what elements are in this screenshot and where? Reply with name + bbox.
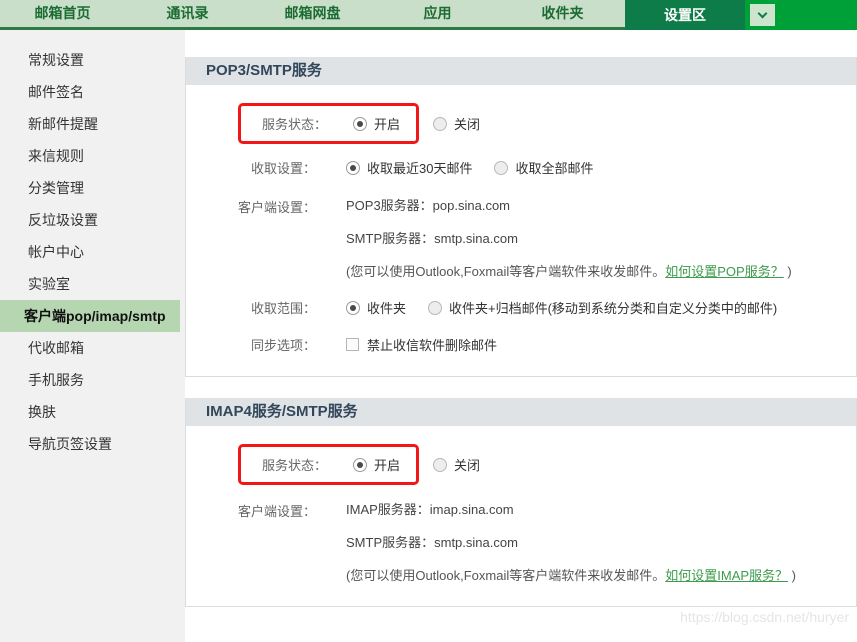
sidebar-item-skin[interactable]: 换肤 [0, 396, 185, 428]
pop3-status-on-option[interactable]: 开启 [353, 114, 400, 133]
pop3-status-off-label: 关闭 [454, 114, 480, 133]
pop3-server-lines: POP3服务器：pop.sina.com SMTP服务器：smtp.sina.c… [346, 195, 792, 280]
sidebar-item-client-pop-imap-smtp[interactable]: 客户端pop/imap/smtp [0, 300, 180, 332]
pop3-client-setting-row: 客户端设置： POP3服务器：pop.sina.com SMTP服务器：smtp… [206, 195, 846, 280]
sidebar-item-mobile-service[interactable]: 手机服务 [0, 364, 185, 396]
pop3-client-note: (您可以使用Outlook,Foxmail等客户端软件来收发邮件。如何设置POP… [346, 261, 792, 280]
top-nav: 邮箱首页 通讯录 邮箱网盘 应用 收件夹 设置区 [0, 0, 857, 30]
note-text: (您可以使用Outlook,Foxmail等客户端软件来收发邮件。 [346, 568, 665, 583]
chevron-down-icon [758, 9, 768, 19]
fetch-recent30-label: 收取最近30天邮件 [367, 158, 472, 177]
imap4-status-on-option[interactable]: 开启 [353, 455, 400, 474]
pop3-smtp-section: POP3/SMTP服务 服务状态： 开启 关闭 [185, 57, 857, 377]
imap4-status-off-label: 关闭 [454, 455, 480, 474]
nav-tab-mail-home[interactable]: 邮箱首页 [0, 0, 125, 30]
nav-tab-inbox[interactable]: 收件夹 [500, 0, 625, 30]
imap-server-address: IMAP服务器：imap.sina.com [346, 499, 796, 518]
pop3-service-status-label: 服务状态： [249, 114, 327, 133]
sidebar-item-general[interactable]: 常规设置 [0, 44, 185, 76]
scope-inbox-label: 收件夹 [367, 298, 406, 317]
sync-option-label: 同步选项： [206, 335, 316, 354]
fetch-scope-label: 收取范围： [206, 298, 316, 317]
main-content: POP3/SMTP服务 服务状态： 开启 关闭 [185, 30, 857, 642]
pop3-service-status-row: 服务状态： 开启 关闭 [206, 103, 846, 144]
pop3-section-content: 服务状态： 开启 关闭 收取设置： 收取最近 [186, 85, 856, 376]
fetch-all-label: 收取全部邮件 [515, 158, 593, 177]
nav-tab-netdisk[interactable]: 邮箱网盘 [250, 0, 375, 30]
forbid-delete-label: 禁止收信软件删除邮件 [367, 335, 497, 354]
client-setting-label: 客户端设置： [206, 195, 316, 216]
radio-selected-icon[interactable] [346, 161, 360, 175]
imap4-section-title: IMAP4服务/SMTP服务 [186, 398, 856, 426]
scope-inbox-archive-option[interactable]: 收件夹+归档邮件(移动到系统分类和自定义分类中的邮件) [428, 298, 777, 317]
note-text: (您可以使用Outlook,Foxmail等客户端软件来收发邮件。 [346, 264, 665, 279]
sidebar-item-mail-rules[interactable]: 来信规则 [0, 140, 185, 172]
nav-tab-settings-active[interactable]: 设置区 [625, 0, 745, 30]
radio-unselected-icon[interactable] [494, 161, 508, 175]
fetch-setting-label: 收取设置： [206, 158, 316, 177]
smtp-server-address: SMTP服务器：smtp.sina.com [346, 228, 792, 247]
fetch-recent30-option[interactable]: 收取最近30天邮件 [346, 158, 472, 177]
imap4-smtp-section: IMAP4服务/SMTP服务 服务状态： 开启 关闭 [185, 398, 857, 607]
settings-sidebar: 常规设置 邮件签名 新邮件提醒 来信规则 分类管理 反垃圾设置 帐户中心 实验室… [0, 30, 185, 642]
pop3-section-title: POP3/SMTP服务 [186, 57, 856, 85]
page-layout: 常规设置 邮件签名 新邮件提醒 来信规则 分类管理 反垃圾设置 帐户中心 实验室… [0, 30, 857, 642]
nav-tab-contacts[interactable]: 通讯录 [125, 0, 250, 30]
radio-selected-icon[interactable] [346, 301, 360, 315]
forbid-delete-option[interactable]: 禁止收信软件删除邮件 [346, 335, 497, 354]
imap4-status-off-option[interactable]: 关闭 [433, 455, 480, 474]
pop3-fetch-setting-row: 收取设置： 收取最近30天邮件 收取全部邮件 [206, 158, 846, 177]
pop3-status-highlight-box: 服务状态： 开启 [238, 103, 419, 144]
imap4-client-setting-label: 客户端设置： [206, 499, 316, 520]
sidebar-item-category[interactable]: 分类管理 [0, 172, 185, 204]
sidebar-item-new-mail-alert[interactable]: 新邮件提醒 [0, 108, 185, 140]
pop3-status-off-option[interactable]: 关闭 [433, 114, 480, 133]
sidebar-item-antispam[interactable]: 反垃圾设置 [0, 204, 185, 236]
radio-unselected-icon[interactable] [428, 301, 442, 315]
radio-selected-icon[interactable] [353, 117, 367, 131]
pop3-status-on-label: 开启 [374, 114, 400, 133]
radio-unselected-icon[interactable] [433, 458, 447, 472]
imap4-server-lines: IMAP服务器：imap.sina.com SMTP服务器：smtp.sina.… [346, 499, 796, 584]
nav-tab-apps[interactable]: 应用 [375, 0, 500, 30]
sidebar-item-account-center[interactable]: 帐户中心 [0, 236, 185, 268]
sidebar-item-nav-tabs-setting[interactable]: 导航页签设置 [0, 428, 185, 460]
scope-inbox-archive-label: 收件夹+归档邮件(移动到系统分类和自定义分类中的邮件) [449, 298, 777, 317]
radio-unselected-icon[interactable] [433, 117, 447, 131]
imap4-client-setting-row: 客户端设置： IMAP服务器：imap.sina.com SMTP服务器：smt… [206, 499, 846, 584]
imap4-status-on-label: 开启 [374, 455, 400, 474]
pop3-server-address: POP3服务器：pop.sina.com [346, 195, 792, 214]
pop3-sync-option-row: 同步选项： 禁止收信软件删除邮件 [206, 335, 846, 354]
sidebar-item-signature[interactable]: 邮件签名 [0, 76, 185, 108]
fetch-all-option[interactable]: 收取全部邮件 [494, 158, 593, 177]
how-to-setup-imap-link[interactable]: 如何设置IMAP服务？ [665, 568, 788, 583]
how-to-setup-pop-link[interactable]: 如何设置POP服务？ [665, 264, 783, 279]
scope-inbox-option[interactable]: 收件夹 [346, 298, 406, 317]
radio-selected-icon[interactable] [353, 458, 367, 472]
imap4-service-status-row: 服务状态： 开启 关闭 [206, 444, 846, 485]
note-suffix: ) [784, 264, 792, 279]
checkbox-unchecked-icon[interactable] [346, 338, 359, 351]
settings-dropdown-button[interactable] [750, 4, 775, 26]
note-suffix: ) [788, 568, 796, 583]
imap4-section-content: 服务状态： 开启 关闭 客户端设置： IMAP服务器：imap.sin [186, 426, 856, 606]
sidebar-item-lab[interactable]: 实验室 [0, 268, 185, 300]
pop3-fetch-scope-row: 收取范围： 收件夹 收件夹+归档邮件(移动到系统分类和自定义分类中的邮件) [206, 298, 846, 317]
smtp-server-address: SMTP服务器：smtp.sina.com [346, 532, 796, 551]
nav-right-band [745, 0, 857, 30]
imap4-service-status-label: 服务状态： [249, 455, 327, 474]
imap4-client-note: (您可以使用Outlook,Foxmail等客户端软件来收发邮件。如何设置IMA… [346, 565, 796, 584]
sidebar-item-other-mailbox[interactable]: 代收邮箱 [0, 332, 185, 364]
imap4-status-highlight-box: 服务状态： 开启 [238, 444, 419, 485]
